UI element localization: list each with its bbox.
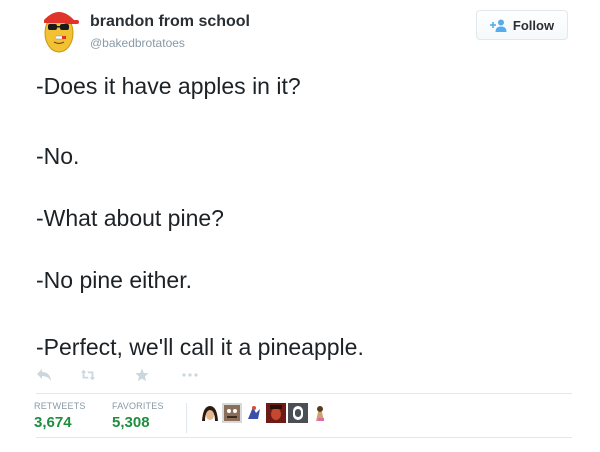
more-icon[interactable] <box>180 365 200 385</box>
retweets-stat[interactable]: RETWEETS 3,674 <box>34 401 86 431</box>
retweets-label: RETWEETS <box>34 401 86 411</box>
favorites-label: FAVORITES <box>112 401 164 411</box>
user-display-name[interactable]: brandon from school <box>90 13 250 31</box>
tweet-card: brandon from school @bakedbrotatoes Foll… <box>0 0 600 452</box>
favoriter-avatar[interactable] <box>266 403 286 423</box>
favoriter-avatar[interactable] <box>310 403 330 423</box>
user-avatar[interactable] <box>36 6 82 54</box>
tweet-text-line: -Perfect, we'll call it a pineapple. <box>36 334 364 360</box>
follow-button-label: Follow <box>512 17 555 33</box>
tweet-text-line: -No pine either. <box>36 267 192 293</box>
favorites-count: 5,308 <box>112 414 150 431</box>
favoriter-avatars <box>200 403 330 423</box>
tweet-text-line: -No. <box>36 143 80 169</box>
stats-divider <box>36 437 572 438</box>
favoriter-avatar[interactable] <box>200 403 220 423</box>
stats-separator <box>186 403 187 433</box>
add-user-icon <box>489 19 507 32</box>
favoriter-avatar[interactable] <box>244 403 264 423</box>
retweet-icon[interactable] <box>78 365 98 385</box>
retweets-count: 3,674 <box>34 414 72 431</box>
reply-icon[interactable] <box>34 365 54 385</box>
favorite-icon[interactable] <box>132 365 152 385</box>
stats-divider <box>36 393 572 394</box>
user-handle[interactable]: @bakedbrotatoes <box>90 36 185 50</box>
favoriter-avatar[interactable] <box>288 403 308 423</box>
tweet-text-line: -Does it have apples in it? <box>36 73 301 99</box>
tweet-text-line: -What about pine? <box>36 205 224 231</box>
follow-button[interactable]: Follow <box>476 10 568 40</box>
favorites-stat[interactable]: FAVORITES 5,308 <box>112 401 164 431</box>
favoriter-avatar[interactable] <box>222 403 242 423</box>
